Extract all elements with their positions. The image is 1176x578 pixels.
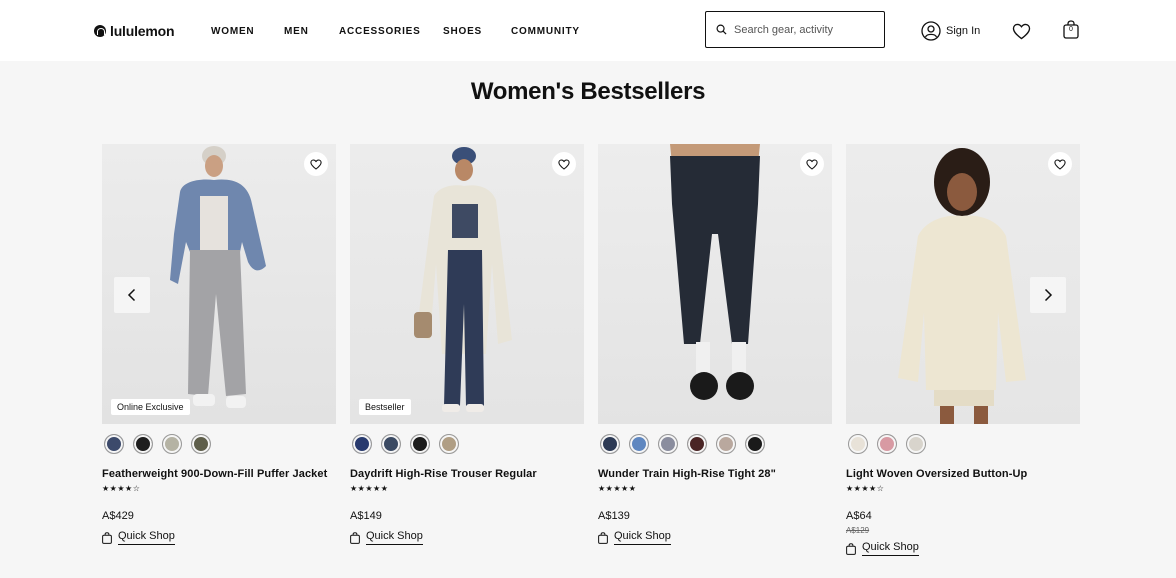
product-name[interactable]: Wunder Train High-Rise Tight 28" xyxy=(598,468,832,480)
product-price: A$139 xyxy=(598,510,630,522)
carousel-prev-button[interactable] xyxy=(114,277,150,313)
quick-shop-button[interactable]: Quick Shop xyxy=(350,530,584,545)
shopping-bag-icon xyxy=(846,542,856,555)
star-rating: ★★★★★ xyxy=(350,484,389,493)
trouser-model-illustration xyxy=(414,147,512,412)
wishlist-button[interactable] xyxy=(1010,21,1032,41)
color-swatch[interactable] xyxy=(104,434,124,454)
shopping-bag-icon xyxy=(102,531,112,544)
color-swatch[interactable] xyxy=(848,434,868,454)
bag-button[interactable]: 0 xyxy=(1062,19,1080,40)
color-swatches xyxy=(846,434,1080,454)
heart-icon xyxy=(1054,158,1066,170)
color-swatch[interactable] xyxy=(716,434,736,454)
quick-shop-button[interactable]: Quick Shop xyxy=(598,530,832,545)
heart-icon xyxy=(806,158,818,170)
nav-community[interactable]: COMMUNITY xyxy=(511,26,580,37)
favorite-button[interactable] xyxy=(1048,152,1072,176)
heart-icon xyxy=(1012,23,1030,39)
shopping-bag-icon xyxy=(350,531,360,544)
color-swatches xyxy=(102,434,336,454)
quick-shop-label: Quick Shop xyxy=(862,541,919,556)
star-rating: ★★★★☆ xyxy=(102,484,141,493)
product-card[interactable]: Light Woven Oversized Button-Up ★★★★☆ A$… xyxy=(846,144,1080,556)
bag-count: 0 xyxy=(1069,26,1073,33)
color-swatch[interactable] xyxy=(191,434,211,454)
color-swatch[interactable] xyxy=(162,434,182,454)
sale-price: A$64 xyxy=(846,510,872,522)
color-swatch[interactable] xyxy=(410,434,430,454)
favorite-button[interactable] xyxy=(304,152,328,176)
nav-women[interactable]: WOMEN xyxy=(211,26,254,37)
product-card[interactable]: Wunder Train High-Rise Tight 28" ★★★★★ A… xyxy=(598,144,832,545)
user-icon xyxy=(921,21,941,41)
carousel-next-button[interactable] xyxy=(1030,277,1066,313)
star-rating: ★★★★★ xyxy=(598,484,637,493)
color-swatch[interactable] xyxy=(133,434,153,454)
color-swatch[interactable] xyxy=(906,434,926,454)
sign-in-label: Sign In xyxy=(946,25,981,37)
heart-icon xyxy=(310,158,322,170)
favorite-button[interactable] xyxy=(800,152,824,176)
lululemon-logo-icon xyxy=(94,25,106,37)
shopping-bag-icon xyxy=(598,531,608,544)
product-badge: Online Exclusive xyxy=(111,399,190,415)
color-swatch[interactable] xyxy=(745,434,765,454)
product-badge: Bestseller xyxy=(359,399,411,415)
color-swatch[interactable] xyxy=(658,434,678,454)
quick-shop-label: Quick Shop xyxy=(614,530,671,545)
quick-shop-button[interactable]: Quick Shop xyxy=(102,530,336,545)
product-name[interactable]: Featherweight 900-Down-Fill Puffer Jacke… xyxy=(102,468,336,480)
color-swatch[interactable] xyxy=(687,434,707,454)
search-box[interactable] xyxy=(705,11,885,48)
quick-shop-button[interactable]: Quick Shop xyxy=(846,541,1080,556)
product-name[interactable]: Daydrift High-Rise Trouser Regular xyxy=(350,468,584,480)
logo-text: lululemon xyxy=(110,23,175,39)
color-swatch[interactable] xyxy=(629,434,649,454)
original-price: A$129 xyxy=(846,526,870,535)
product-image[interactable] xyxy=(598,144,832,424)
favorite-button[interactable] xyxy=(552,152,576,176)
search-input[interactable] xyxy=(734,23,874,36)
product-card[interactable]: Online Exclusive Featherweight 900-Down-… xyxy=(102,144,336,545)
color-swatch[interactable] xyxy=(352,434,372,454)
product-price: A$429 xyxy=(102,510,134,522)
product-image[interactable]: Bestseller xyxy=(350,144,584,424)
quick-shop-label: Quick Shop xyxy=(366,530,423,545)
product-name[interactable]: Light Woven Oversized Button-Up xyxy=(846,468,1080,480)
nav-men[interactable]: MEN xyxy=(284,26,309,37)
color-swatch[interactable] xyxy=(877,434,897,454)
color-swatches xyxy=(350,434,584,454)
page-title: Women's Bestsellers xyxy=(470,78,706,105)
heart-icon xyxy=(558,158,570,170)
quick-shop-label: Quick Shop xyxy=(118,530,175,545)
color-swatch[interactable] xyxy=(381,434,401,454)
nav-shoes[interactable]: SHOES xyxy=(443,26,482,37)
product-card[interactable]: Bestseller Daydrift High-Rise Trouser Re… xyxy=(350,144,584,545)
chevron-left-icon xyxy=(127,288,136,302)
color-swatches xyxy=(598,434,832,454)
site-header: lululemon WOMEN MEN ACCESSORIES SHOES CO… xyxy=(0,0,1176,61)
chevron-right-icon xyxy=(1044,288,1053,302)
sign-in-link[interactable]: Sign In xyxy=(921,21,980,41)
lululemon-logo[interactable]: lululemon xyxy=(94,23,175,39)
tight-model-illustration xyxy=(670,144,760,400)
nav-accessories[interactable]: ACCESSORIES xyxy=(339,26,421,37)
color-swatch[interactable] xyxy=(439,434,459,454)
product-price: A$149 xyxy=(350,510,382,522)
search-icon xyxy=(716,24,727,35)
color-swatch[interactable] xyxy=(600,434,620,454)
star-rating: ★★★★☆ xyxy=(846,484,885,493)
